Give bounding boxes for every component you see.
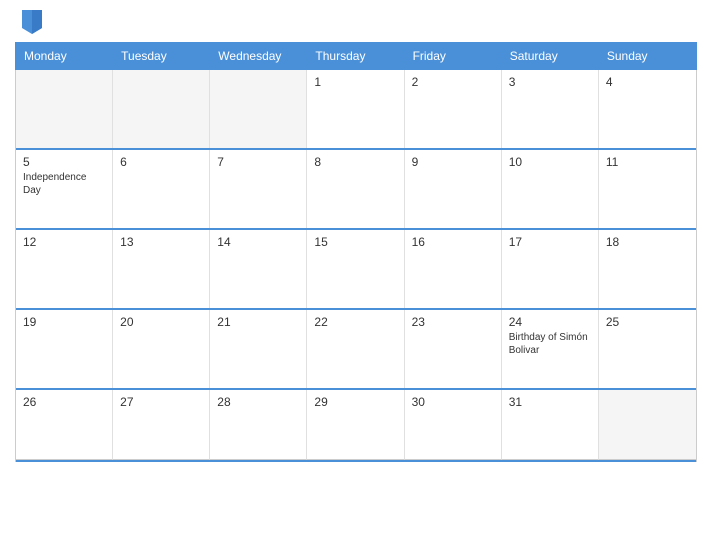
cell-day-number: 14 — [217, 235, 299, 249]
calendar-grid: 12345Independence Day6789101112131415161… — [15, 70, 697, 462]
cell-day-number: 12 — [23, 235, 105, 249]
calendar-cell: 29 — [307, 390, 404, 460]
calendar-cell: 27 — [113, 390, 210, 460]
logo — [20, 10, 42, 34]
cell-day-number: 6 — [120, 155, 202, 169]
calendar-cell: 24 Birthday of Simón Bolivar — [502, 310, 599, 388]
cell-day-number: 24 — [509, 315, 591, 329]
cell-day-number: 2 — [412, 75, 494, 89]
cell-day-number: 25 — [606, 315, 689, 329]
calendar-cell — [210, 70, 307, 148]
day-header-thursday: Thursday — [307, 43, 404, 69]
cell-day-number: 3 — [509, 75, 591, 89]
calendar-cell: 10 — [502, 150, 599, 228]
cell-day-number: 17 — [509, 235, 591, 249]
day-header-tuesday: Tuesday — [113, 43, 210, 69]
cell-day-number: 20 — [120, 315, 202, 329]
cell-day-number: 30 — [412, 395, 494, 409]
calendar-cell: 16 — [405, 230, 502, 308]
cell-event: Birthday of Simón Bolivar — [509, 331, 591, 357]
calendar-cell: 5 Independence Day — [16, 150, 113, 228]
cell-day-number: 18 — [606, 235, 689, 249]
cell-day-number: 26 — [23, 395, 105, 409]
calendar-cell: 14 — [210, 230, 307, 308]
cell-day-number: 1 — [314, 75, 396, 89]
calendar-cell — [599, 390, 696, 460]
calendar-cell: 1 — [307, 70, 404, 148]
calendar-cell: 20 — [113, 310, 210, 388]
calendar-cell: 21 — [210, 310, 307, 388]
calendar-cell: 6 — [113, 150, 210, 228]
calendar-header — [15, 10, 697, 34]
day-header-wednesday: Wednesday — [210, 43, 307, 69]
calendar-cell: 17 — [502, 230, 599, 308]
cell-day-number: 8 — [314, 155, 396, 169]
calendar-cell: 2 — [405, 70, 502, 148]
calendar-cell: 15 — [307, 230, 404, 308]
calendar-cell: 4 — [599, 70, 696, 148]
cell-day-number: 19 — [23, 315, 105, 329]
day-header-monday: Monday — [16, 43, 113, 69]
calendar-cell — [16, 70, 113, 148]
calendar-cell: 22 — [307, 310, 404, 388]
calendar-cell: 13 — [113, 230, 210, 308]
cell-day-number: 16 — [412, 235, 494, 249]
calendar-cell: 7 — [210, 150, 307, 228]
cell-day-number: 5 — [23, 155, 105, 169]
calendar-cell: 3 — [502, 70, 599, 148]
calendar-week-2: 5 Independence Day 6 7 8 9 10 11 — [16, 150, 696, 230]
cell-day-number: 21 — [217, 315, 299, 329]
calendar-cell: 26 — [16, 390, 113, 460]
calendar-cell: 12 — [16, 230, 113, 308]
calendar-cell: 30 — [405, 390, 502, 460]
day-header-sunday: Sunday — [599, 43, 696, 69]
cell-day-number: 10 — [509, 155, 591, 169]
cell-day-number: 31 — [509, 395, 591, 409]
calendar-cell: 11 — [599, 150, 696, 228]
calendar-cell: 9 — [405, 150, 502, 228]
calendar-week-3: 12 13 14 15 16 17 18 — [16, 230, 696, 310]
day-header-saturday: Saturday — [502, 43, 599, 69]
day-headers-row: MondayTuesdayWednesdayThursdayFridaySatu… — [15, 42, 697, 70]
cell-day-number: 4 — [606, 75, 689, 89]
calendar-week-1: 1 2 3 4 — [16, 70, 696, 150]
cell-day-number: 15 — [314, 235, 396, 249]
calendar-cell: 18 — [599, 230, 696, 308]
calendar-cell: 31 — [502, 390, 599, 460]
cell-day-number: 27 — [120, 395, 202, 409]
calendar-week-4: 19 20 21 22 23 24 Birthday of Simón Bolivar 25 — [16, 310, 696, 390]
cell-day-number: 9 — [412, 155, 494, 169]
cell-day-number: 22 — [314, 315, 396, 329]
calendar-container: MondayTuesdayWednesdayThursdayFridaySatu… — [0, 0, 712, 550]
calendar-week-5: 26 27 28 29 30 31 — [16, 390, 696, 462]
calendar-cell: 8 — [307, 150, 404, 228]
calendar-cell: 28 — [210, 390, 307, 460]
cell-day-number: 29 — [314, 395, 396, 409]
cell-day-number: 28 — [217, 395, 299, 409]
cell-day-number: 11 — [606, 155, 689, 169]
cell-event: Independence Day — [23, 171, 105, 197]
calendar-cell: 23 — [405, 310, 502, 388]
calendar-cell: 25 — [599, 310, 696, 388]
cell-day-number: 7 — [217, 155, 299, 169]
logo-icon — [22, 10, 42, 34]
calendar-cell — [113, 70, 210, 148]
calendar-cell: 19 — [16, 310, 113, 388]
day-header-friday: Friday — [405, 43, 502, 69]
cell-day-number: 13 — [120, 235, 202, 249]
cell-day-number: 23 — [412, 315, 494, 329]
